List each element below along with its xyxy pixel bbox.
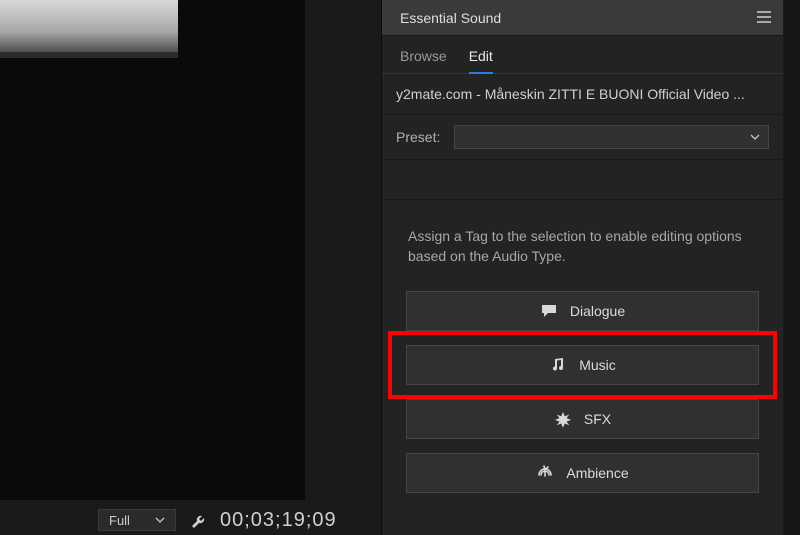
video-preview: [0, 0, 305, 500]
selected-clip-name: y2mate.com - Måneskin ZITTI E BUONI Offi…: [382, 74, 783, 115]
settings-wrench-icon[interactable]: [188, 510, 208, 530]
monitor-footer: Full 00;03;19;09: [0, 505, 380, 535]
resolution-value: Full: [109, 513, 130, 528]
preset-label: Preset:: [396, 129, 440, 145]
essential-sound-panel: Essential Sound Browse Edit y2mate.com -…: [381, 0, 783, 535]
tag-ambience-button[interactable]: Ambience: [406, 453, 759, 493]
sfx-icon: [554, 410, 572, 428]
chevron-down-icon: [151, 511, 169, 529]
tag-sfx-button[interactable]: SFX: [406, 399, 759, 439]
tag-buttons-group: Dialogue Music SFX: [382, 291, 783, 493]
panel-tabs: Browse Edit: [382, 36, 783, 74]
panel-menu-icon[interactable]: [757, 10, 771, 26]
tag-ambience-wrap: Ambience: [406, 453, 759, 493]
tag-music-label: Music: [579, 357, 616, 373]
tag-ambience-label: Ambience: [566, 465, 628, 481]
resolution-dropdown[interactable]: Full: [98, 509, 176, 531]
panel-title: Essential Sound: [400, 10, 501, 26]
panel-header: Essential Sound: [382, 0, 783, 36]
dialogue-icon: [540, 302, 558, 320]
music-icon: [549, 356, 567, 374]
tab-browse[interactable]: Browse: [400, 48, 447, 73]
tag-music-button[interactable]: Music: [406, 345, 759, 385]
right-edge-strip: [784, 0, 800, 535]
tag-sfx-wrap: SFX: [406, 399, 759, 439]
tag-music-wrap: Music: [406, 345, 759, 385]
video-frame-content: [0, 0, 178, 52]
tag-sfx-label: SFX: [584, 411, 611, 427]
tag-dialogue-button[interactable]: Dialogue: [406, 291, 759, 331]
preset-row: Preset:: [382, 115, 783, 160]
program-monitor-area: Full 00;03;19;09: [0, 0, 380, 535]
preset-dropdown[interactable]: [454, 125, 769, 149]
tab-edit[interactable]: Edit: [469, 48, 493, 74]
tag-instructions: Assign a Tag to the selection to enable …: [382, 200, 783, 291]
panel-spacer: [382, 160, 783, 200]
chevron-down-icon: [750, 129, 760, 145]
tag-dialogue-wrap: Dialogue: [406, 291, 759, 331]
tag-dialogue-label: Dialogue: [570, 303, 625, 319]
video-frame-shadow: [0, 52, 178, 58]
timecode-display[interactable]: 00;03;19;09: [220, 509, 337, 532]
ambience-icon: [536, 464, 554, 482]
